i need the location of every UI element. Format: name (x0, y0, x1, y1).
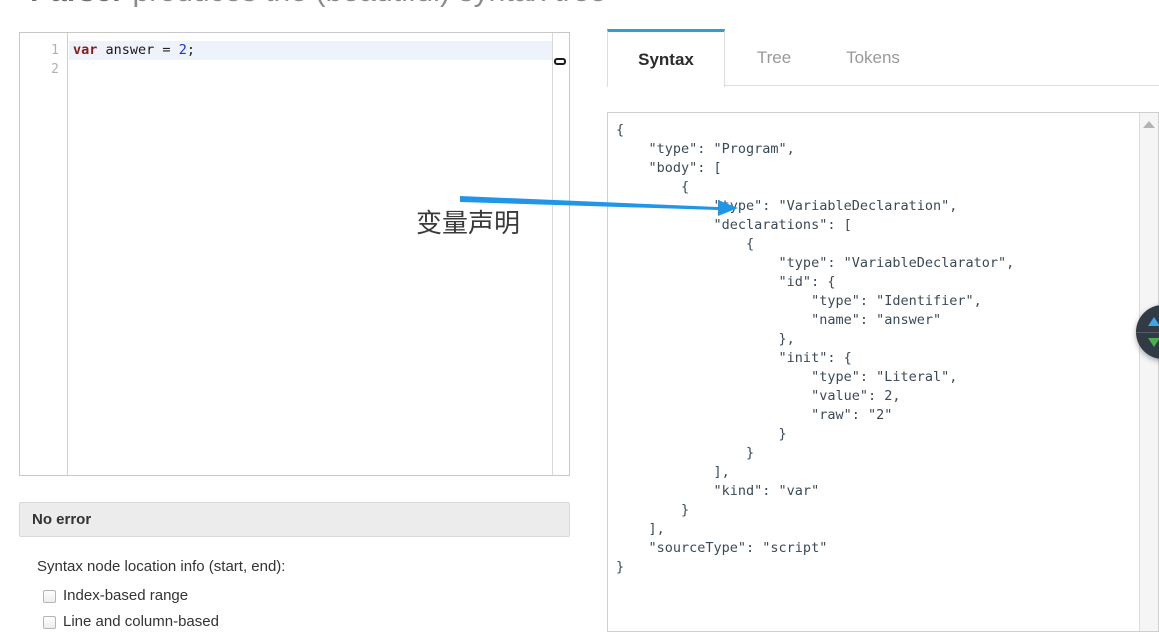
annotation-caption: 变量声明 (416, 209, 521, 239)
location-info-label: Syntax node location info (start, end): (37, 558, 286, 575)
token-keyword: var (73, 42, 98, 58)
arrow-down-icon[interactable] (1148, 338, 1159, 347)
checkbox-line-column-based[interactable]: Line and column-based (37, 609, 567, 632)
widget-divider (1136, 332, 1159, 333)
page-title: Parser produces the (beautiful) syntax t… (30, 0, 606, 10)
code-line-empty[interactable] (69, 60, 552, 79)
tab-tokens[interactable]: Tokens (823, 29, 923, 86)
editor-scroll-rail[interactable] (552, 33, 569, 475)
token-identifier: answer (97, 42, 163, 58)
page-title-strong: Parser (30, 0, 124, 8)
code-line[interactable]: var answer = 2; (69, 41, 552, 60)
checkbox-icon[interactable] (43, 615, 56, 629)
editor-scroll-thumb[interactable] (554, 58, 566, 65)
syntax-output-text[interactable]: { "type": "Program", "body": [ { "type":… (608, 113, 1139, 631)
code-editor[interactable]: 1 2 var answer = 2; (19, 32, 570, 476)
checkbox-label: Index-based range (63, 587, 189, 604)
syntax-output-panel: { "type": "Program", "body": [ { "type":… (607, 112, 1159, 632)
error-status-text: No error (32, 511, 92, 528)
output-tabs: Syntax Tree Tokens (607, 29, 1159, 87)
token-operator: = (162, 42, 179, 58)
editor-code-area[interactable]: var answer = 2; (69, 33, 552, 475)
arrow-up-icon[interactable] (1148, 317, 1159, 326)
tab-syntax[interactable]: Syntax (607, 29, 725, 87)
tab-tree[interactable]: Tree (733, 29, 815, 86)
checkbox-index-based-range[interactable]: Index-based range (37, 583, 567, 609)
line-number: 1 (51, 43, 59, 58)
page-title-rest: produces the (beautiful) syntax tree (124, 0, 606, 8)
checkbox-icon[interactable] (43, 589, 56, 603)
token-number: 2 (178, 42, 187, 58)
syntax-output-scrollbar[interactable] (1139, 113, 1158, 631)
triangle-up-icon[interactable] (1143, 121, 1155, 128)
checkbox-label: Line and column-based (63, 613, 219, 630)
token-semicolon: ; (186, 42, 195, 58)
location-info-section: Syntax node location info (start, end): … (37, 556, 567, 632)
page-root: Parser produces the (beautiful) syntax t… (0, 0, 1159, 632)
error-status-bar: No error (19, 502, 570, 537)
line-number: 2 (51, 62, 59, 77)
editor-gutter: 1 2 (20, 33, 68, 475)
